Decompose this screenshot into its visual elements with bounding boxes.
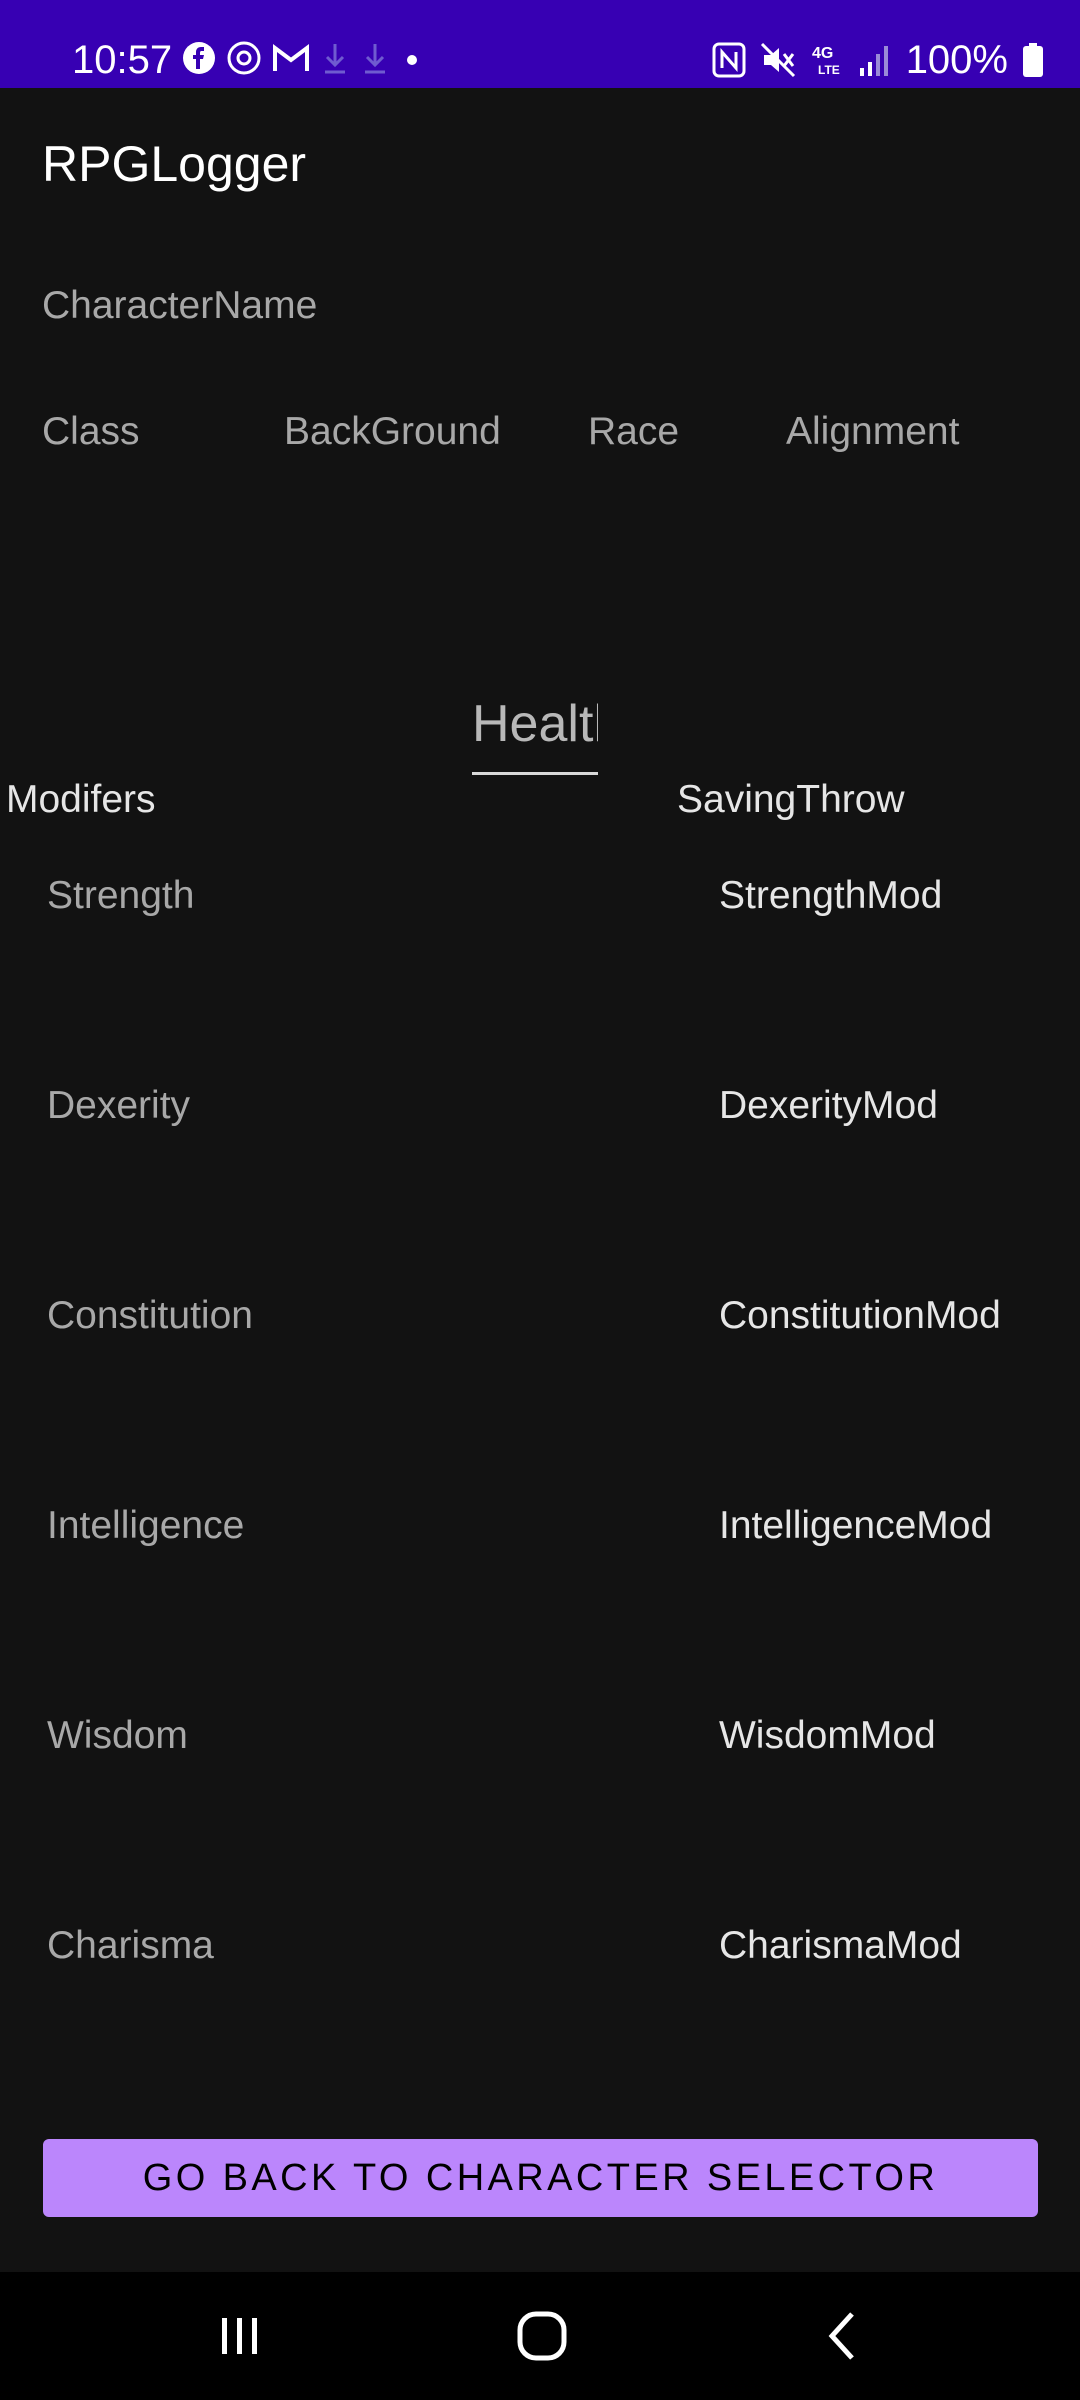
recent-apps-button[interactable] xyxy=(150,2272,330,2400)
notification-icons xyxy=(182,40,424,76)
download-icon xyxy=(325,44,345,74)
dot-icon xyxy=(407,55,417,65)
modifiers-label: Modifers xyxy=(6,778,156,821)
back-button[interactable] xyxy=(754,2272,934,2400)
mute-icon xyxy=(760,42,795,78)
wisdom-mod: WisdomMod xyxy=(719,1714,936,1757)
strength-input[interactable]: Strength xyxy=(47,872,194,920)
health-input[interactable]: Health xyxy=(472,692,598,775)
download-icon xyxy=(365,44,385,74)
wisdom-input[interactable]: Wisdom xyxy=(47,1712,188,1760)
strength-mod: StrengthMod xyxy=(719,874,943,917)
race-input[interactable]: Race xyxy=(588,408,679,456)
app-title: RPGLogger xyxy=(42,136,307,192)
dexterity-mod: DexerityMod xyxy=(719,1084,938,1127)
recent-apps-icon xyxy=(222,2318,257,2354)
back-icon xyxy=(828,2312,854,2360)
character-name-input[interactable]: CharacterName xyxy=(42,282,317,330)
battery-percent: 100% xyxy=(905,38,1008,82)
threads-icon xyxy=(227,41,261,75)
status-time: 10:57 xyxy=(72,38,173,82)
gmail-icon xyxy=(273,44,309,71)
navigation-bar xyxy=(0,2272,1080,2400)
intelligence-input[interactable]: Intelligence xyxy=(47,1502,244,1550)
class-input[interactable]: Class xyxy=(42,408,140,456)
signal-icon xyxy=(859,46,888,76)
home-icon xyxy=(517,2311,567,2361)
nfc-icon xyxy=(712,42,746,78)
charisma-mod: CharismaMod xyxy=(719,1924,962,1967)
lte-icon: 4G LTE xyxy=(812,45,840,77)
home-button[interactable] xyxy=(452,2272,632,2400)
battery-icon xyxy=(1023,43,1043,77)
app-bar: RPGLogger xyxy=(0,88,1080,238)
system-icons: 4G LTE 100% xyxy=(712,36,1044,84)
svg-text:LTE: LTE xyxy=(818,63,840,77)
go-back-button[interactable]: GO BACK TO CHARACTER SELECTOR xyxy=(43,2139,1038,2217)
facebook-icon xyxy=(183,42,215,74)
constitution-mod: ConstitutionMod xyxy=(719,1294,1001,1337)
saving-throw-label: SavingThrow xyxy=(677,778,905,821)
constitution-input[interactable]: Constitution xyxy=(47,1292,253,1340)
status-bar: 10:57 4G LTE 100% xyxy=(0,0,1080,88)
svg-text:4G: 4G xyxy=(812,45,833,62)
health-placeholder: Health xyxy=(472,695,598,753)
dexterity-input[interactable]: Dexerity xyxy=(47,1082,190,1130)
charisma-input[interactable]: Charisma xyxy=(47,1922,214,1970)
background-input[interactable]: BackGround xyxy=(284,408,501,456)
alignment-input[interactable]: Alignment xyxy=(786,408,959,456)
intelligence-mod: IntelligenceMod xyxy=(719,1504,993,1547)
